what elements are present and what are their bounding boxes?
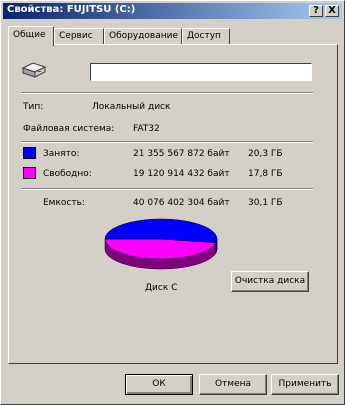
capacity-label: Емкость: (43, 198, 85, 208)
tab-general[interactable]: Общие (8, 26, 54, 46)
disk-cleanup-button[interactable]: Очистка диска (231, 271, 309, 292)
help-button[interactable]: ? (309, 5, 323, 17)
tab-sharing[interactable]: Доступ (182, 28, 230, 44)
filesystem-label: Файловая система: (23, 124, 115, 134)
type-label: Тип: (23, 102, 44, 112)
free-bytes: 19 120 914 432 байт (133, 169, 230, 179)
title-bar[interactable]: Свойства: FUJITSU (C:) ? X (3, 3, 342, 19)
tab-hardware[interactable]: Оборудование (104, 28, 182, 44)
properties-window: Свойства: FUJITSU (C:) ? X Общие Сервис … (0, 0, 345, 405)
filesystem-value: FAT32 (133, 124, 160, 134)
free-color-swatch (23, 167, 36, 179)
used-label: Занято: (43, 149, 80, 159)
window-title: Свойства: FUJITSU (C:) (7, 4, 136, 15)
separator-1 (21, 92, 313, 94)
pie-used-slice (104, 218, 218, 244)
disk-usage-pie-icon (104, 218, 218, 270)
used-bytes: 21 355 567 872 байт (133, 149, 230, 159)
hard-drive-icon (21, 62, 47, 78)
close-button[interactable]: X (325, 5, 339, 17)
free-size: 17,8 ГБ (248, 169, 283, 179)
disk-label: Диск C (145, 283, 178, 293)
ok-button[interactable]: ОК (125, 374, 193, 395)
separator-3 (21, 188, 313, 190)
apply-button[interactable]: Применить (271, 374, 339, 395)
separator-2 (21, 141, 313, 143)
tab-service[interactable]: Сервис (54, 28, 104, 44)
drive-name-input[interactable] (90, 63, 312, 81)
cancel-button[interactable]: Отмена (199, 374, 267, 395)
type-value: Локальный диск (92, 102, 171, 112)
free-label: Свободно: (43, 169, 92, 179)
used-size: 20,3 ГБ (248, 149, 283, 159)
capacity-bytes: 40 076 402 304 байт (133, 198, 230, 208)
used-color-swatch (23, 147, 36, 159)
capacity-size: 30,1 ГБ (248, 198, 283, 208)
